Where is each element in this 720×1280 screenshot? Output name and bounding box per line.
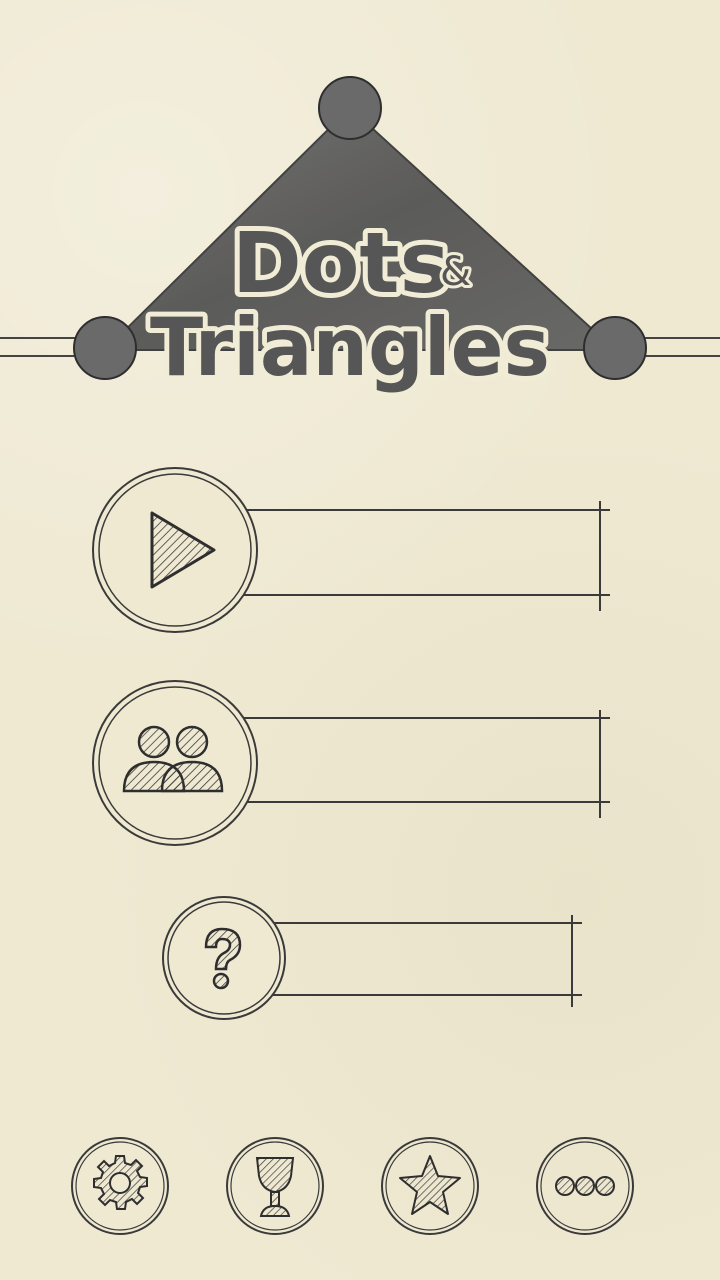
more-button[interactable]: [535, 1136, 635, 1236]
trophy-cup-icon: [255, 1157, 295, 1217]
play-button[interactable]: [90, 465, 620, 635]
help-button[interactable]: [160, 895, 590, 1025]
game-logo: Dots & Triangles: [0, 70, 720, 410]
help-label-frame: [270, 915, 582, 1007]
logo-title-triangles: Triangles: [150, 301, 550, 394]
star-icon: [399, 1155, 461, 1215]
leaderboard-button[interactable]: [225, 1136, 325, 1236]
more-dots-icon: [555, 1176, 615, 1196]
logo-title-dots: Dots: [232, 214, 450, 312]
logo-dot-top: [318, 76, 382, 140]
play-label-frame: [240, 501, 610, 611]
gear-icon: [93, 1155, 148, 1210]
multiplayer-label-frame: [240, 710, 610, 818]
rate-button[interactable]: [380, 1136, 480, 1236]
settings-button[interactable]: [70, 1136, 170, 1236]
logo-title-ampersand: &: [440, 249, 471, 295]
multiplayer-button[interactable]: [90, 678, 620, 848]
logo-dot-right: [583, 316, 647, 380]
logo-dot-left: [73, 316, 137, 380]
